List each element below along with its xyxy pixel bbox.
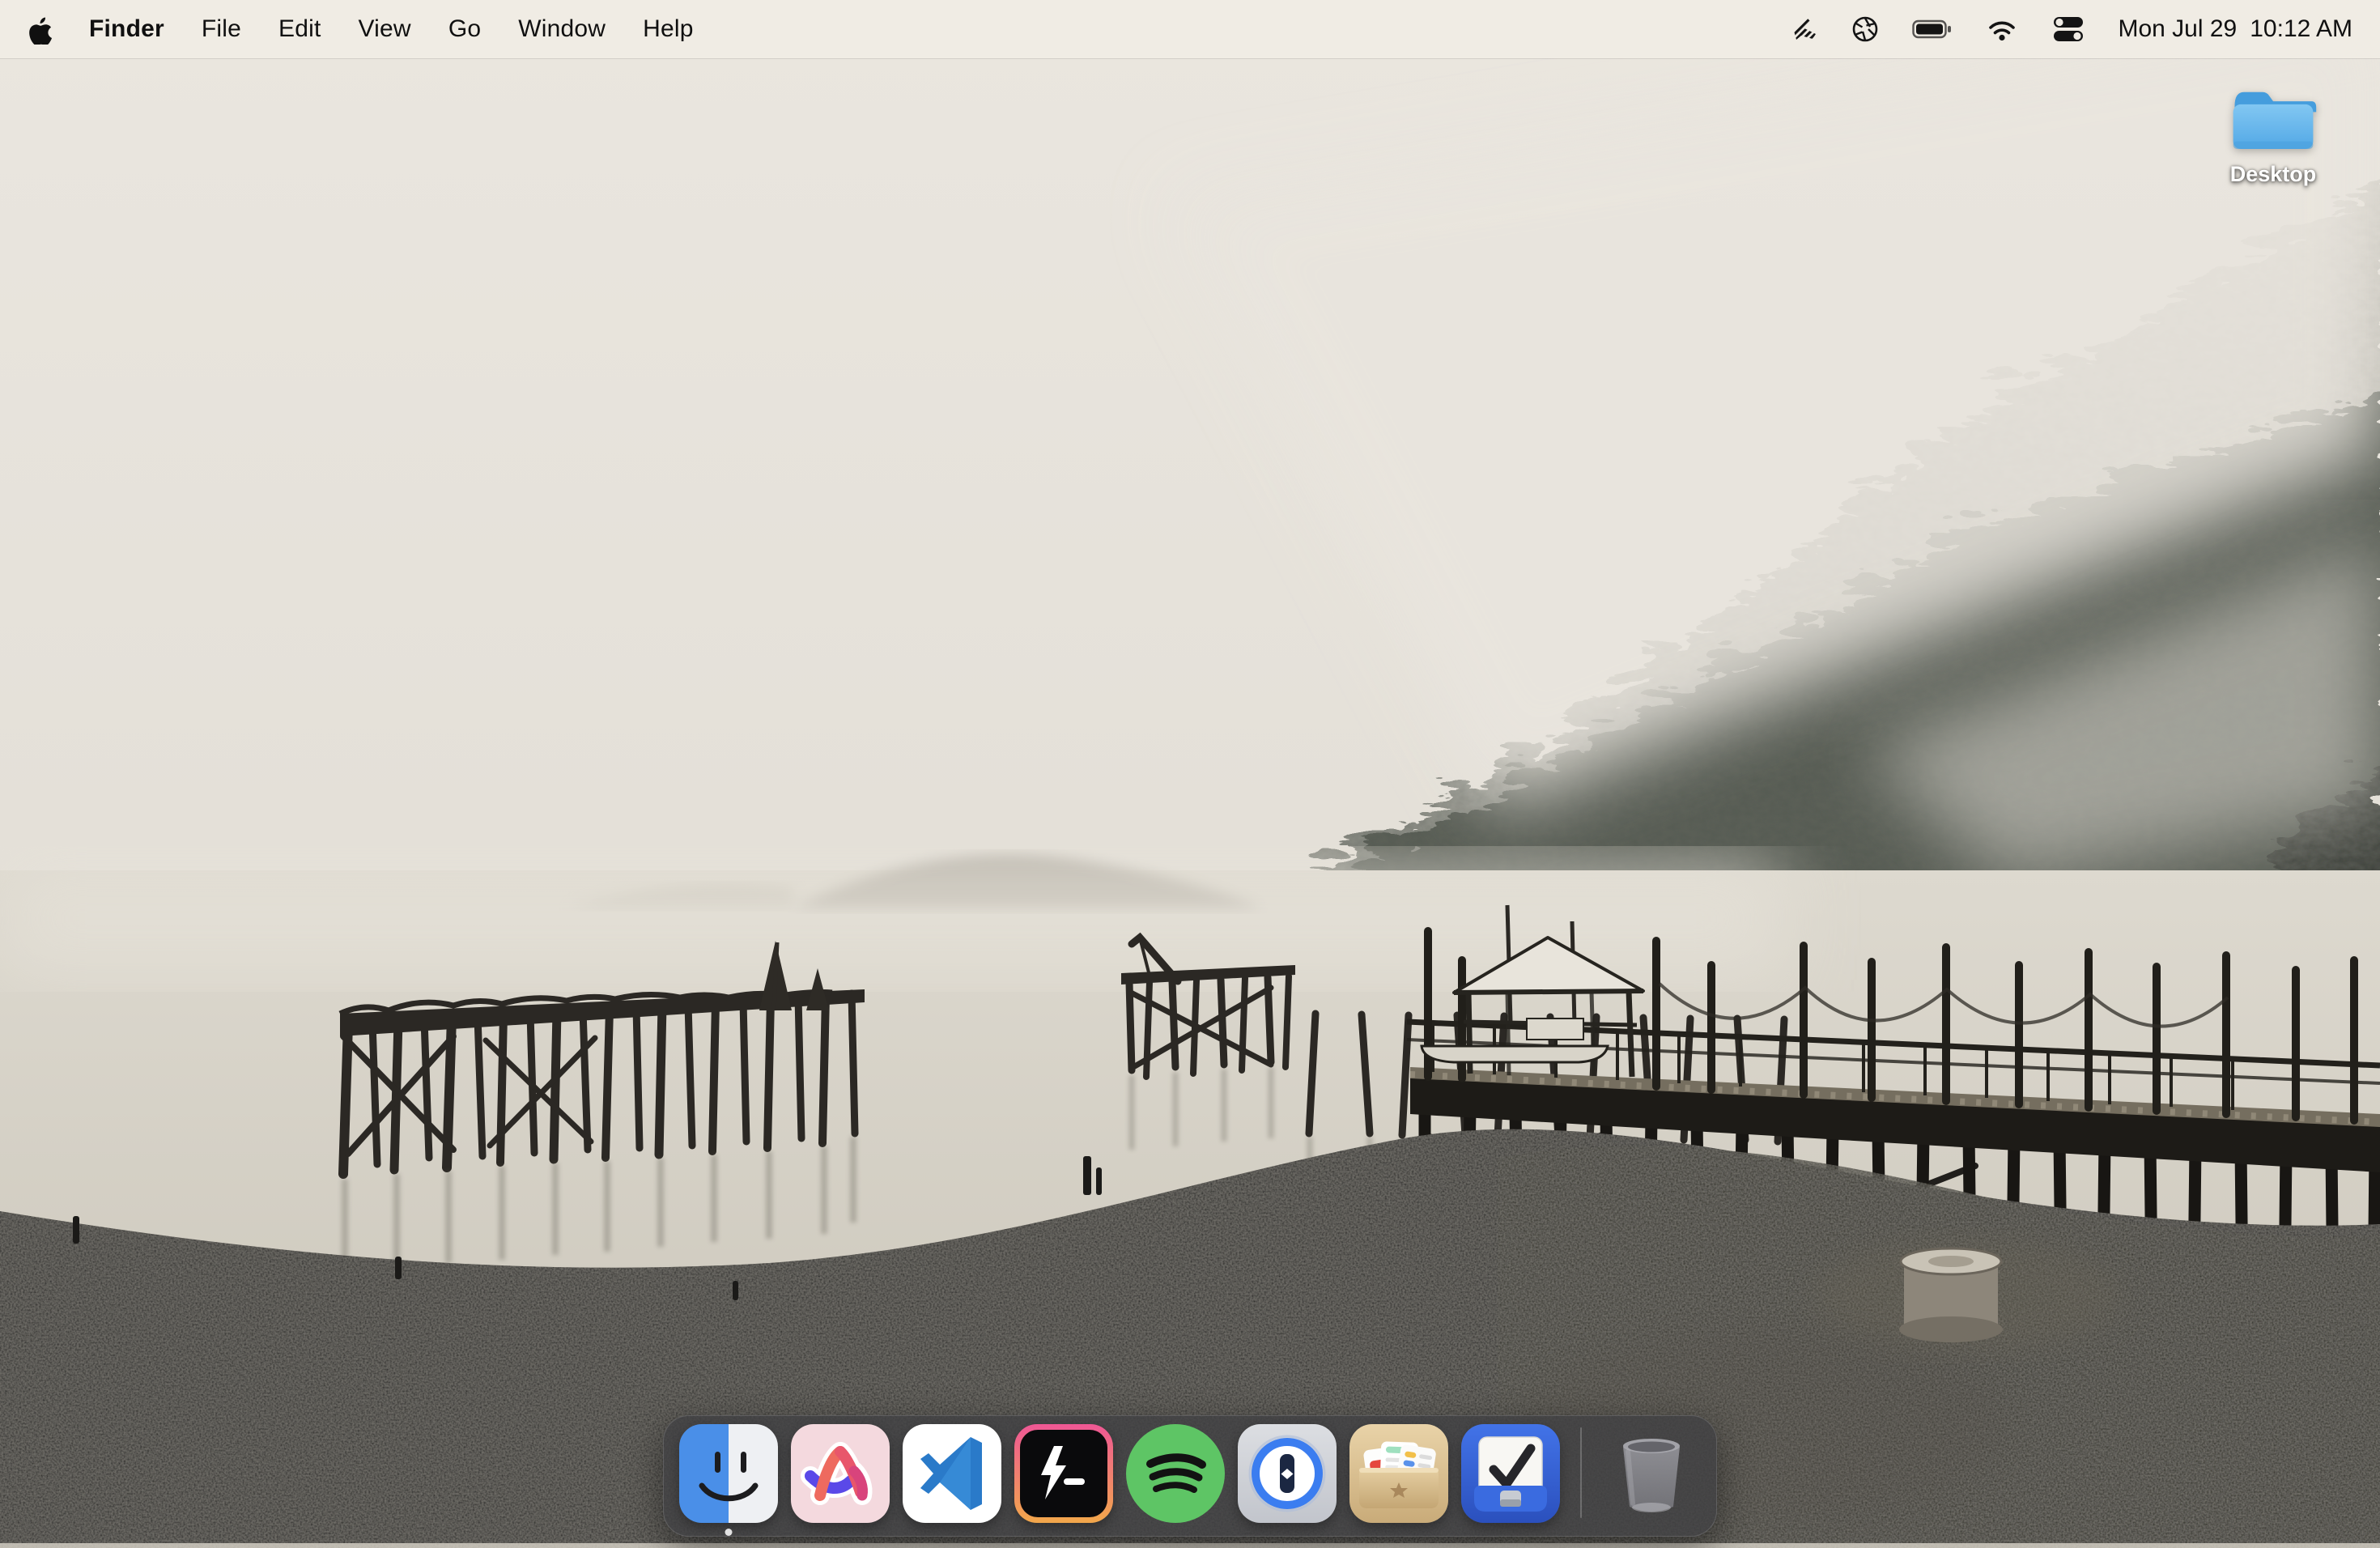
apple-menu[interactable] (28, 15, 52, 45)
clock-date: Mon Jul 29 (2118, 15, 2237, 43)
hatched-glyph-icon[interactable] (1791, 15, 1818, 43)
apple-logo-icon (28, 15, 52, 45)
cards-wallet-icon (1349, 1424, 1448, 1523)
wifi-icon[interactable] (1985, 15, 2019, 43)
aperture-icon[interactable] (1851, 15, 1880, 44)
menu-bar-left: Finder File Edit View Go Window Help (28, 0, 694, 58)
menu-item-view[interactable]: View (359, 0, 411, 58)
warp-terminal-icon (1014, 1424, 1113, 1523)
arc-browser-icon (791, 1424, 890, 1523)
dock (663, 1415, 1717, 1537)
menu-item-finder[interactable]: Finder (89, 0, 164, 58)
wifi-glyph (1985, 15, 2019, 43)
menu-bar: Finder File Edit View Go Window Help (0, 0, 2380, 58)
dock-item-1password[interactable] (1237, 1424, 1337, 1536)
wallpaper-image (0, 0, 2380, 1548)
vscode-icon (903, 1424, 1001, 1523)
dock-item-arc-browser[interactable] (790, 1424, 890, 1536)
hatched-glyph (1791, 15, 1818, 43)
aperture-glyph (1851, 15, 1880, 44)
control-center-icon[interactable] (2051, 15, 2085, 44)
tasks-app-icon (1461, 1424, 1560, 1523)
dock-item-finder[interactable] (678, 1424, 779, 1536)
dock-item-tasks-app[interactable] (1460, 1424, 1561, 1536)
clock-time: 10:12 AM (2250, 15, 2352, 43)
terminal-screen (1020, 1430, 1107, 1517)
menu-item-edit[interactable]: Edit (278, 0, 321, 58)
dock-item-spotify[interactable] (1125, 1424, 1226, 1536)
battery-glyph (1912, 15, 1953, 43)
dock-item-trash[interactable] (1601, 1424, 1702, 1536)
desktop-screen: Finder File Edit View Go Window Help (0, 0, 2380, 1548)
dock-separator (1580, 1427, 1582, 1518)
menu-item-file[interactable]: File (202, 0, 241, 58)
dock-item-cards-wallet[interactable] (1349, 1424, 1449, 1536)
menu-bar-clock[interactable]: Mon Jul 29 10:12 AM (2118, 15, 2352, 43)
menu-item-help[interactable]: Help (643, 0, 694, 58)
desktop-folder-icon[interactable]: Desktop (2215, 81, 2331, 187)
finder-icon (679, 1424, 778, 1523)
menu-item-go[interactable]: Go (448, 0, 481, 58)
onepassword-icon (1238, 1424, 1337, 1523)
control-center-glyph (2051, 15, 2085, 44)
desktop-folder-label: Desktop (2230, 162, 2317, 187)
running-indicator (725, 1529, 733, 1536)
menu-bar-status: Mon Jul 29 10:12 AM (1791, 15, 2352, 44)
spotify-icon (1126, 1424, 1225, 1523)
battery-icon[interactable] (1912, 15, 1953, 43)
trash-icon (1602, 1424, 1701, 1523)
dock-item-warp-terminal[interactable] (1014, 1424, 1114, 1536)
menu-item-window[interactable]: Window (518, 0, 606, 58)
folder-icon (2227, 81, 2319, 155)
dock-item-vscode[interactable] (902, 1424, 1002, 1536)
